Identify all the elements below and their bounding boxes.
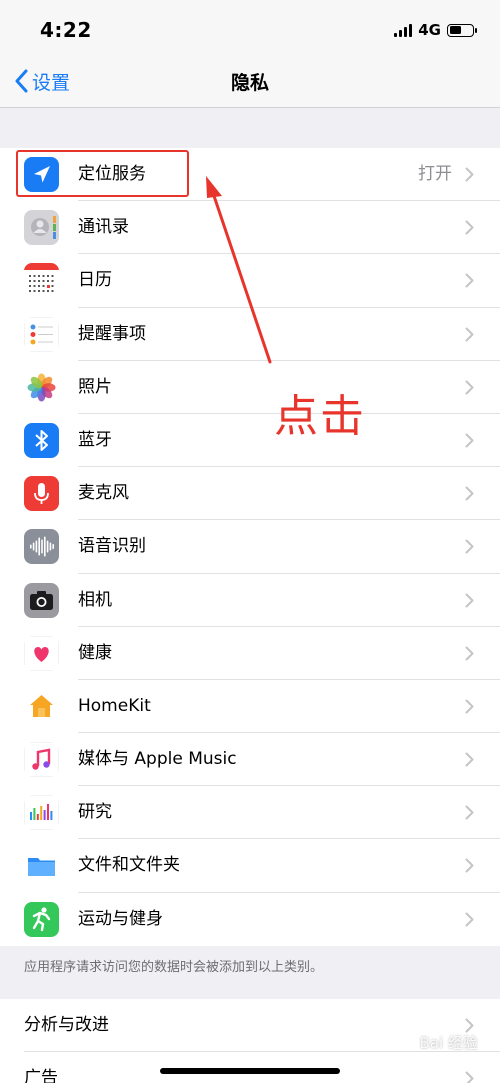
row-detail: 打开 [418,164,452,184]
research-icon [24,795,59,831]
camera-icon [24,582,59,618]
chevron-right-icon [465,380,474,395]
row-label: 语音识别 [78,536,146,557]
row-label: 相机 [78,589,112,610]
privacy-row[interactable]: 蓝牙 [0,414,500,468]
network-type: 4G [418,21,441,39]
battery-level [449,26,462,34]
row-label: 分析与改进 [24,1015,109,1035]
privacy-row[interactable]: 媒体与 Apple Music [0,733,500,787]
calendar-icon [24,263,59,299]
privacy-row[interactable]: 提醒事项 [0,308,500,361]
chevron-right-icon [465,486,474,501]
footer-note: 应用程序请求访问您的数据时会被添加到以上类别。 [24,960,324,975]
home-indicator[interactable] [160,1068,340,1074]
row-label: 日历 [78,270,112,291]
chevron-right-icon [465,167,474,182]
privacy-row[interactable]: 麦克风 [0,467,500,521]
location-icon [24,157,59,192]
row-label: 广告 [24,1068,58,1083]
reminders-icon [24,316,59,352]
chevron-right-icon [465,1071,474,1083]
row-label: 健康 [78,642,112,663]
row-label: 媒体与 Apple Music [78,749,237,770]
speech-recognition-icon [24,529,59,565]
health-icon [24,635,59,671]
chevron-right-icon [465,646,474,661]
chevron-right-icon [465,858,474,873]
photos-icon [24,369,59,405]
chevron-right-icon [465,327,474,342]
privacy-row[interactable]: 照片 [0,361,500,414]
chevron-right-icon [465,593,474,607]
chevron-right-icon [465,912,474,927]
watermark: Bai 经验 [419,1034,478,1052]
privacy-row[interactable]: 通讯录 [0,201,500,255]
privacy-row[interactable]: 运动与健身 [0,893,500,946]
status-bar: 4:22 4G [0,0,500,56]
chevron-right-icon [465,1018,474,1033]
page-title: 隐私 [230,72,269,94]
row-label: 照片 [78,376,112,397]
screen: 4:22 4G 设置 隐私 定位服务 打开通讯录日历提醒事项照片蓝牙麦克风语音识别… [0,0,500,1083]
navigation-bar: 设置 隐私 [0,56,500,108]
row-label: HomeKit [78,695,151,716]
chevron-right-icon [465,220,474,235]
fitness-icon [24,901,59,937]
privacy-list: 定位服务 打开通讯录日历提醒事项照片蓝牙麦克风语音识别相机健康 HomeKit 媒体与… [0,148,500,946]
row-label: 通讯录 [78,217,129,238]
row-label: 蓝牙 [78,429,112,450]
privacy-row[interactable]: 相机 [0,574,500,627]
privacy-row[interactable]: 健康 [0,627,500,680]
row-label: 提醒事项 [78,323,146,344]
status-time: 4:22 [40,18,92,42]
chevron-right-icon [465,752,474,767]
privacy-row[interactable]: 日历 [0,254,500,308]
row-label: 麦克风 [78,483,129,504]
privacy-row[interactable]: HomeKit [0,680,500,734]
contacts-icon [24,210,59,246]
row-label: 文件和文件夹 [78,855,180,876]
chevron-right-icon [465,699,474,714]
privacy-row[interactable]: 文件和文件夹 [0,839,500,893]
chevron-right-icon [465,805,474,820]
microphone-icon [24,476,59,512]
privacy-row[interactable]: 研究 [0,786,500,840]
status-indicators: 4G [394,20,477,40]
row-label: 定位服务 [78,164,146,184]
homekit-icon [24,688,59,724]
files-icon [24,848,59,884]
chevron-right-icon [465,539,474,554]
chevron-right-icon [465,273,474,288]
music-icon [24,742,59,778]
annotation-text: 点击 [274,391,366,442]
chevron-right-icon [465,433,474,448]
privacy-row[interactable]: 定位服务 打开 [0,148,500,202]
bluetooth-icon [24,422,59,458]
row-label: 研究 [78,802,112,823]
privacy-row[interactable]: 语音识别 [0,520,500,574]
row-label: 运动与健身 [78,908,163,929]
signal-icon [394,23,413,37]
battery-icon [447,23,477,37]
